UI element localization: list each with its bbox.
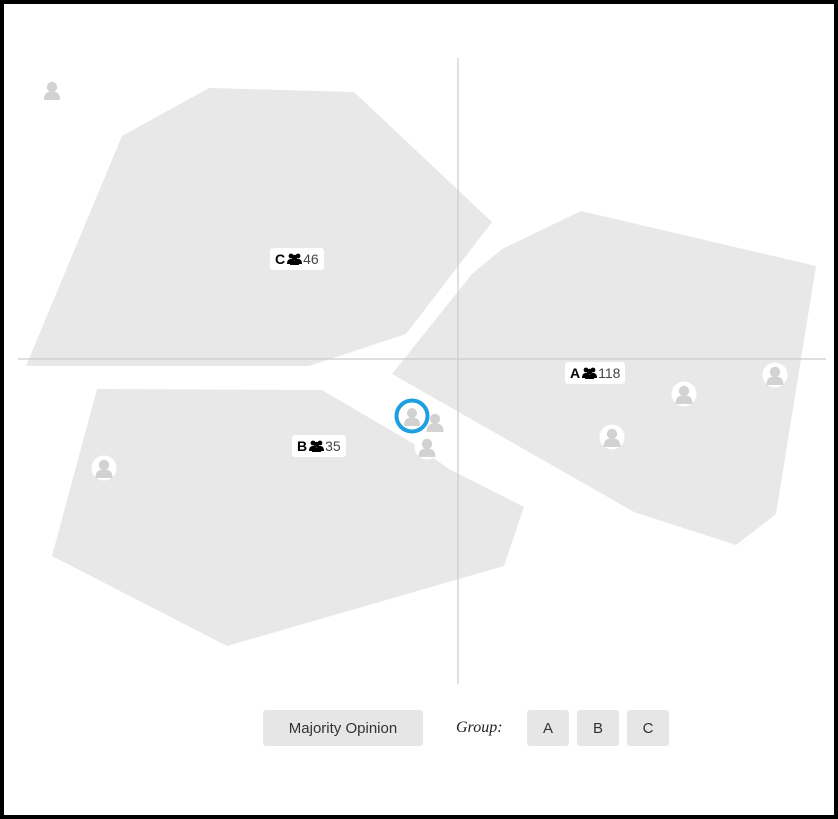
group-label-c[interactable]: C 46 — [270, 248, 324, 270]
group-b-button[interactable]: B — [577, 710, 619, 746]
people-icon — [287, 253, 303, 265]
group-count: 35 — [325, 438, 341, 454]
group-selector-label: Group: — [456, 719, 503, 736]
group-c-button[interactable]: C — [627, 710, 669, 746]
person-icon[interactable] — [599, 424, 625, 450]
people-icon — [309, 440, 325, 452]
group-count: 46 — [303, 251, 319, 267]
majority-opinion-button[interactable]: Majority Opinion — [263, 710, 423, 746]
group-letter: B — [297, 438, 308, 454]
group-region-b[interactable] — [52, 389, 524, 646]
group-label-a[interactable]: A 118 — [565, 362, 626, 384]
group-a-button[interactable]: A — [527, 710, 569, 746]
group-label-b[interactable]: B 35 — [292, 435, 346, 457]
selected-person-icon[interactable] — [394, 398, 430, 434]
map-controls: Majority Opinion Group: A B C — [4, 710, 834, 746]
opinion-map — [18, 58, 826, 684]
person-icon[interactable] — [44, 81, 60, 100]
people-icon — [582, 367, 598, 379]
person-icon[interactable] — [414, 434, 440, 460]
group-letter: A — [570, 365, 581, 381]
group-letter: C — [275, 251, 286, 267]
person-icon[interactable] — [671, 381, 697, 407]
group-region-c[interactable] — [26, 88, 492, 366]
person-icon[interactable] — [762, 362, 788, 388]
group-count: 118 — [598, 365, 621, 381]
person-icon[interactable] — [91, 455, 117, 481]
opinion-map-panel: C 46 A 118 B 35 Majority Opinion Group: … — [4, 4, 834, 815]
